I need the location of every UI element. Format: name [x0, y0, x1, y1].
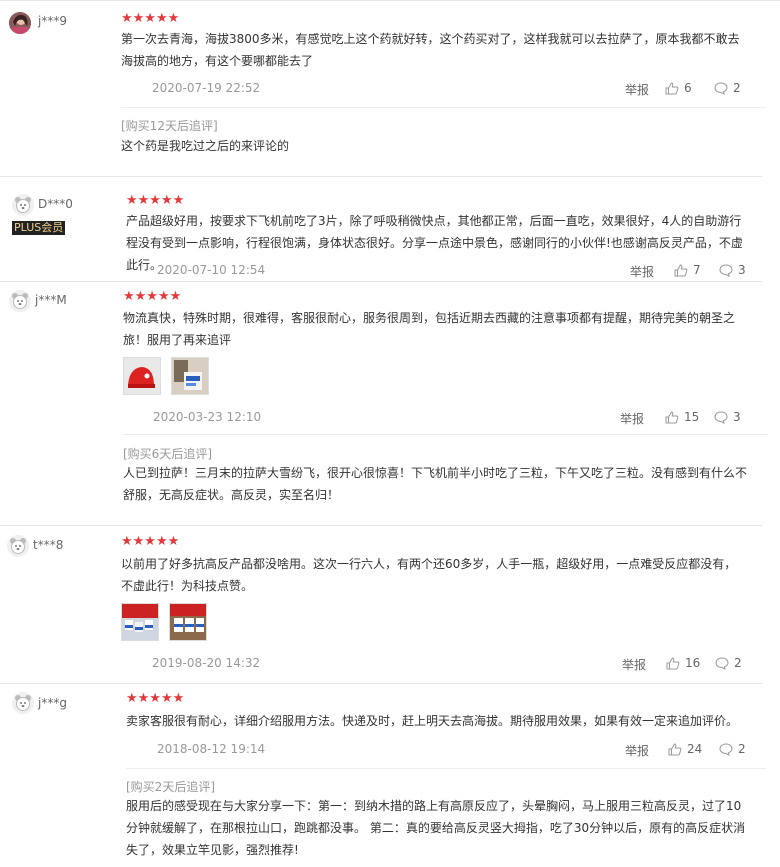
followup-label: [购买2天后追评]: [126, 780, 215, 794]
comment-bubble-icon: [719, 263, 733, 277]
five-stars-rating: ★★★★★: [121, 11, 180, 26]
thumb-up-icon: [666, 656, 680, 670]
report-link[interactable]: 举报: [625, 742, 649, 759]
comment-count: 3: [738, 263, 746, 277]
thumb-up-icon: [674, 263, 688, 277]
review-divider: [0, 176, 762, 177]
comment-button[interactable]: 2: [715, 656, 742, 670]
like-count: 6: [684, 81, 692, 95]
report-link[interactable]: 举报: [622, 656, 646, 673]
followup-content: 人已到拉萨！三月末的拉萨大雪纷飞，很开心很惊喜！下飞机前半小时吃了三粒，下午又吃…: [123, 466, 748, 502]
comment-bubble-icon: [719, 742, 733, 756]
review-content: 卖家客服很有耐心，详细介绍服用方法。快递及时，赶上明天去高海拔。期待服用效果，如…: [126, 714, 739, 728]
like-button[interactable]: 16: [666, 656, 700, 670]
review-photo[interactable]: [123, 357, 161, 395]
review-date: 2020-07-10 12:54: [157, 263, 266, 277]
plus-member-badge: PLUS会员: [12, 221, 66, 235]
report-link[interactable]: 举报: [625, 81, 649, 98]
five-stars-rating: ★★★★★: [123, 289, 182, 304]
avatar[interactable]: [12, 692, 34, 714]
like-count: 16: [685, 656, 701, 670]
review-date: 2018-08-12 19:14: [157, 742, 266, 756]
avatar[interactable]: [12, 194, 34, 216]
followup-label: [购买6天后追评]: [123, 447, 212, 461]
followup-content: 服用后的感受现在与大家分享一下：第一：到纳木措的路上有高原反应了，头晕胸闷，马上…: [126, 799, 746, 857]
followup-divider: [121, 107, 766, 108]
comment-count: 2: [733, 81, 741, 95]
like-count: 15: [684, 410, 700, 424]
review-divider: [0, 683, 762, 684]
like-button[interactable]: 6: [665, 81, 692, 95]
username: j***g: [38, 696, 67, 710]
review-date: 2019-08-20 14:32: [152, 656, 261, 670]
review-photo[interactable]: [169, 603, 207, 641]
review-photo[interactable]: [121, 603, 159, 641]
avatar[interactable]: [7, 535, 29, 557]
comment-count: 2: [738, 742, 746, 756]
comment-button[interactable]: 3: [719, 263, 746, 277]
thumb-up-icon: [668, 742, 682, 756]
username: D***0: [38, 197, 73, 211]
report-link[interactable]: 举报: [630, 263, 654, 280]
comment-count: 3: [733, 410, 741, 424]
like-count: 24: [687, 742, 703, 756]
five-stars-rating: ★★★★★: [121, 534, 180, 549]
review-content: 物流真快，特殊时期，很难得，客服很耐心，服务很周到，包括近期去西藏的注意事项都有…: [123, 311, 736, 347]
review-divider: [0, 525, 762, 526]
avatar[interactable]: [9, 12, 31, 34]
thumb-up-icon: [665, 410, 679, 424]
five-stars-rating: ★★★★★: [126, 193, 185, 208]
review-divider: [0, 281, 762, 282]
review-content: 以前用了好多抗高反产品都没啥用。这次一行六人，有两个还60多岁，人手一瓶，超级好…: [121, 557, 737, 593]
like-button[interactable]: 24: [668, 742, 702, 756]
like-button[interactable]: 7: [674, 263, 701, 277]
username: t***8: [33, 538, 64, 552]
followup-divider: [123, 434, 768, 435]
review-date: 2020-07-19 22:52: [152, 81, 261, 95]
report-link[interactable]: 举报: [620, 410, 644, 427]
comment-bubble-icon: [714, 81, 728, 95]
comment-count: 2: [734, 656, 742, 670]
followup-content: 这个药是我吃过之后的来评论的: [121, 139, 290, 153]
like-button[interactable]: 15: [665, 410, 699, 424]
comment-bubble-icon: [715, 656, 729, 670]
username: j***M: [35, 293, 67, 307]
five-stars-rating: ★★★★★: [126, 691, 185, 706]
review-content: 第一次去青海，海拔3800多米，有感觉吃上这个药就好转，这个药买对了，这样我就可…: [121, 32, 740, 68]
avatar[interactable]: [9, 290, 31, 312]
review-photo[interactable]: [171, 357, 209, 395]
comment-button[interactable]: 3: [714, 410, 741, 424]
comment-bubble-icon: [714, 410, 728, 424]
comment-button[interactable]: 2: [719, 742, 746, 756]
followup-label: [购买12天后追评]: [121, 119, 218, 133]
thumb-up-icon: [665, 81, 679, 95]
top-divider: [0, 0, 780, 1]
followup-divider: [126, 768, 766, 769]
review-date: 2020-03-23 12:10: [153, 410, 262, 424]
comment-button[interactable]: 2: [714, 81, 741, 95]
like-count: 7: [693, 263, 701, 277]
username: j***9: [38, 14, 67, 28]
